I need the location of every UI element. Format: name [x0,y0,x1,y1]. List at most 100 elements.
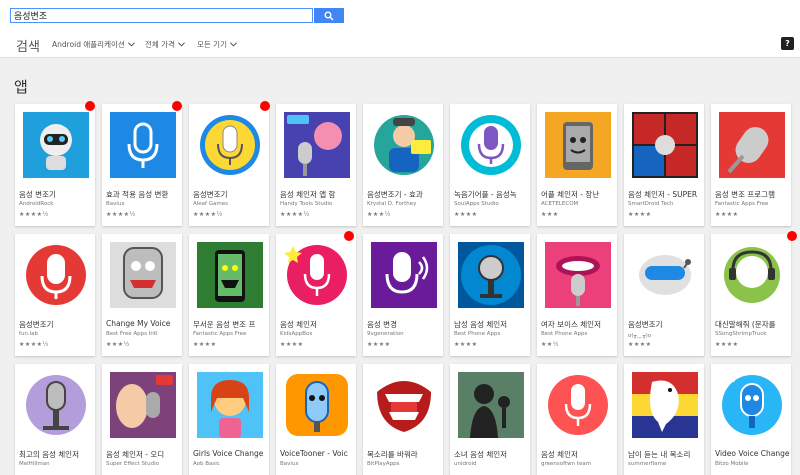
mic-mascot-icon[interactable] [719,372,785,438]
app-developer[interactable]: Krystal D. Forthey [367,201,441,207]
app-developer[interactable]: Fantastic Apps Free [193,331,267,337]
app-developer[interactable]: 9vgeneration [367,331,441,337]
app-developer[interactable]: greensoftwn team [541,461,615,467]
girl-mic-icon[interactable] [197,372,263,438]
microphone-icon[interactable] [284,242,350,308]
app-title[interactable]: 녹음기어플 - 음성녹 [454,189,528,200]
app-title[interactable]: Change My Voice [106,319,180,328]
app-title[interactable]: 음성 체인저 - SUPER [628,189,702,200]
app-title[interactable]: 남성 음성 체인저 [454,319,528,330]
category-filter-dropdown[interactable]: Android 애플리케이션 [52,39,135,50]
app-title[interactable]: Video Voice Change [715,449,789,458]
app-developer[interactable]: Handy Tools Studio [280,201,354,207]
app-card[interactable]: 음성변조기 - 효과 Krystal D. Forthey ★★★½ [363,104,443,226]
app-developer[interactable]: unidroid [454,461,528,467]
microphone-icon[interactable] [23,242,89,308]
app-title[interactable]: 음성 체인저 - 오디 [106,449,180,460]
app-developer[interactable]: AndroidRock [19,201,93,207]
app-card[interactable]: 녹음기어플 - 음성녹 SoulApps Studio ★★★★ [450,104,530,226]
app-card[interactable]: 소녀 음성 체인저 unidroid [450,364,530,475]
app-title[interactable]: 음성변조기 - 효과 [367,189,441,200]
app-developer[interactable]: Best Phone Apps [541,331,615,337]
app-card[interactable]: 최고의 음성 체인저 MelHillman [15,364,95,475]
microphone-icon[interactable] [545,372,611,438]
app-card[interactable]: 음성 체인저 - SUPER SmartDroid Tech ★★★★ [624,104,704,226]
app-developer[interactable]: KidsAppBox [280,331,354,337]
app-title[interactable]: 음성 변조기 [19,189,93,200]
lips-mic-icon[interactable] [545,242,611,308]
headset-face-icon[interactable] [719,242,785,308]
parrot-icon[interactable] [632,372,698,438]
app-card[interactable]: 무서운 음성 변조 프 Fantastic Apps Free ★★★★ [189,234,269,356]
app-developer[interactable]: Super Effect Studio [106,461,180,467]
app-card[interactable]: 대신말해줘 (문자를 SSongShrimpTruck ★★★★ [711,234,791,356]
app-developer[interactable]: SmartDroid Tech [628,201,702,207]
app-card[interactable]: Video Voice Change Bitzo Mobile [711,364,791,475]
device-filter-dropdown[interactable]: 모든 기기 [197,39,237,50]
app-title[interactable]: 음성변조기 [193,189,267,200]
app-title[interactable]: 음성 변경 [367,319,441,330]
app-card[interactable]: 어플 체인저 - 장난 ACETELECOM ★★★ [537,104,617,226]
app-title[interactable]: 목소리를 바꿔라 [367,449,441,460]
robot-icon[interactable] [23,112,89,178]
app-title[interactable]: VoiceTooner - Voic [280,449,354,458]
app-title[interactable]: Girls Voice Change [193,449,267,458]
app-card[interactable]: 음성변조기 fun.lab ★★★★½ [15,234,95,356]
app-developer[interactable]: Best Free Apps Intl [106,331,180,337]
app-card[interactable]: 음성변조기 Aleaf Games ★★★★½ [189,104,269,226]
monster-phone-icon[interactable] [197,242,263,308]
search-button[interactable] [314,8,344,23]
app-developer[interactable]: Best Phone Apps [454,331,528,337]
app-card[interactable]: 음성변조기 o(╥﹏╥)o ★★★★ [624,234,704,356]
app-card[interactable]: 음성 체인저 KidsAppBox ★★★★ [276,234,356,356]
app-card[interactable]: 음성 변조 프로그램 Fantastic Apps Free ★★★★ [711,104,791,226]
app-card[interactable]: VoiceTooner - Voic Baviux [276,364,356,475]
app-title[interactable]: 음성 체인저 [280,319,354,330]
app-card[interactable]: 음성 변경 9vgeneration ★★★★ [363,234,443,356]
app-card[interactable]: 음성 체인저 - 오디 Super Effect Studio [102,364,182,475]
microphone-icon[interactable] [197,112,263,178]
phone-face-icon[interactable] [545,112,611,178]
search-input[interactable] [10,8,313,23]
microphone-icon[interactable] [458,112,524,178]
app-developer[interactable]: BitPlayApps [367,461,441,467]
mouth-icon[interactable] [371,372,437,438]
superhero-icon[interactable] [632,112,698,178]
app-developer[interactable]: Bitzo Mobile [715,461,789,467]
app-developer[interactable]: Aleaf Games [193,201,267,207]
app-title[interactable]: 어플 체인저 - 장난 [541,189,615,200]
app-title[interactable]: 음성변조기 [19,319,93,330]
robot-face-icon[interactable] [632,242,698,308]
app-developer[interactable]: Aob Basic [193,461,267,467]
app-developer[interactable]: Baviux [106,201,180,207]
app-title[interactable]: 여자 보이스 체인저 [541,319,615,330]
woman-mic-icon[interactable] [110,372,176,438]
app-title[interactable]: 무서운 음성 변조 프 [193,319,267,330]
app-developer[interactable]: o(╥﹏╥)o [628,331,702,339]
app-developer[interactable]: Fantastic Apps Free [715,201,789,207]
app-title[interactable]: 소녀 음성 체인저 [454,449,528,460]
app-card[interactable]: 남이 듣는 내 목소리 summerflame [624,364,704,475]
app-card[interactable]: Change My Voice Best Free Apps Intl ★★★½ [102,234,182,356]
price-filter-dropdown[interactable]: 전체 가격 [145,39,185,50]
app-card[interactable]: Girls Voice Change Aob Basic [189,364,269,475]
app-title[interactable]: 효과 적용 음성 변환 [106,189,180,200]
app-developer[interactable]: summerflame [628,461,702,467]
microphone-icon[interactable] [719,112,785,178]
microphone-icon[interactable] [23,372,89,438]
app-developer[interactable]: MelHillman [19,461,93,467]
app-title[interactable]: 대신말해줘 (문자를 [715,319,789,330]
app-card[interactable]: 음성 변조기 AndroidRock ★★★★½ [15,104,95,226]
app-developer[interactable]: ACETELECOM [541,201,615,207]
girl-silhouette-icon[interactable] [458,372,524,438]
app-developer[interactable]: SSongShrimpTruck [715,331,789,337]
microphone-icon[interactable] [458,242,524,308]
app-title[interactable]: 음성변조기 [628,319,702,330]
monster-mic-icon[interactable] [110,242,176,308]
app-title[interactable]: 최고의 음성 체인저 [19,449,93,460]
app-card[interactable]: 음성 체인저 greensoftwn team [537,364,617,475]
app-card[interactable]: 여자 보이스 체인저 Best Phone Apps ★★½ [537,234,617,356]
app-card[interactable]: 효과 적용 음성 변환 Baviux ★★★★½ [102,104,182,226]
app-card[interactable]: 음성 체인저 앱 함 Handy Tools Studio ★★★★½ [276,104,356,226]
app-title[interactable]: 음성 체인저 앱 함 [280,189,354,200]
